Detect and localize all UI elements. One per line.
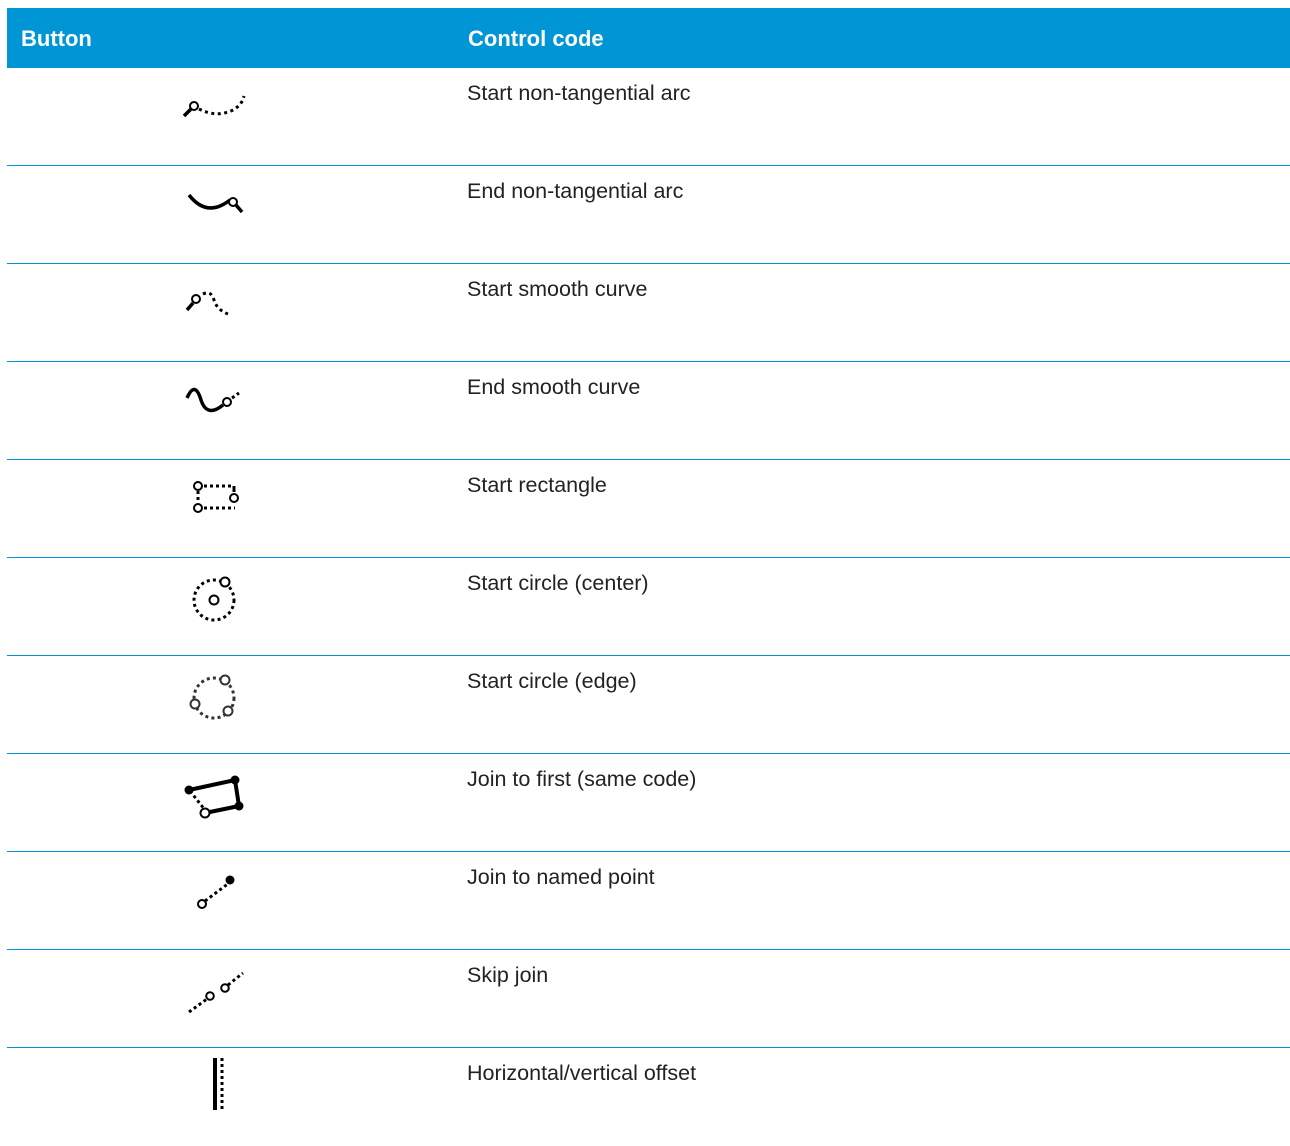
table-row: Start smooth curve bbox=[7, 264, 1290, 362]
row-label: End non-tangential arc bbox=[467, 179, 684, 203]
skip-join-icon[interactable] bbox=[167, 962, 267, 1014]
start-circle-edge-icon[interactable] bbox=[167, 668, 267, 720]
row-label: Join to first (same code) bbox=[467, 767, 697, 791]
start-rectangle-icon[interactable] bbox=[167, 472, 267, 522]
start-smooth-curve-icon[interactable] bbox=[167, 276, 267, 326]
row-label: Start rectangle bbox=[467, 473, 607, 497]
table-row: Horizontal/vertical offset bbox=[7, 1048, 1290, 1138]
row-label: Start circle (center) bbox=[467, 571, 649, 595]
start-non-tangential-arc-icon[interactable] bbox=[167, 80, 267, 130]
header-button: Button bbox=[21, 26, 92, 51]
table-header: Button Control code bbox=[7, 8, 1290, 68]
row-label: Skip join bbox=[467, 963, 549, 987]
end-smooth-curve-icon[interactable] bbox=[167, 374, 267, 424]
end-non-tangential-arc-icon[interactable] bbox=[167, 178, 267, 228]
control-code-table: Button Control code Start non-tangential… bbox=[7, 8, 1290, 1138]
table-row: Start circle (center) bbox=[7, 558, 1290, 656]
table-row: Start rectangle bbox=[7, 460, 1290, 558]
row-label: End smooth curve bbox=[467, 375, 641, 399]
table-row: Join to named point bbox=[7, 852, 1290, 950]
header-control-code: Control code bbox=[468, 26, 604, 51]
start-circle-center-icon[interactable] bbox=[167, 570, 267, 622]
row-label: Start circle (edge) bbox=[467, 669, 637, 693]
table-row: Start non-tangential arc bbox=[7, 68, 1290, 166]
table-row: Join to first (same code) bbox=[7, 754, 1290, 852]
table-row: End non-tangential arc bbox=[7, 166, 1290, 264]
table-row: Skip join bbox=[7, 950, 1290, 1048]
table-row: Start circle (edge) bbox=[7, 656, 1290, 754]
horizontal-vertical-offset-icon[interactable] bbox=[167, 1058, 267, 1110]
row-label: Join to named point bbox=[467, 865, 655, 889]
row-label: Start non-tangential arc bbox=[467, 81, 691, 105]
join-to-named-point-icon[interactable] bbox=[167, 864, 267, 914]
join-to-first-icon[interactable] bbox=[167, 766, 267, 819]
row-label: Horizontal/vertical offset bbox=[467, 1061, 697, 1085]
table-row: End smooth curve bbox=[7, 362, 1290, 460]
row-label: Start smooth curve bbox=[467, 277, 648, 301]
